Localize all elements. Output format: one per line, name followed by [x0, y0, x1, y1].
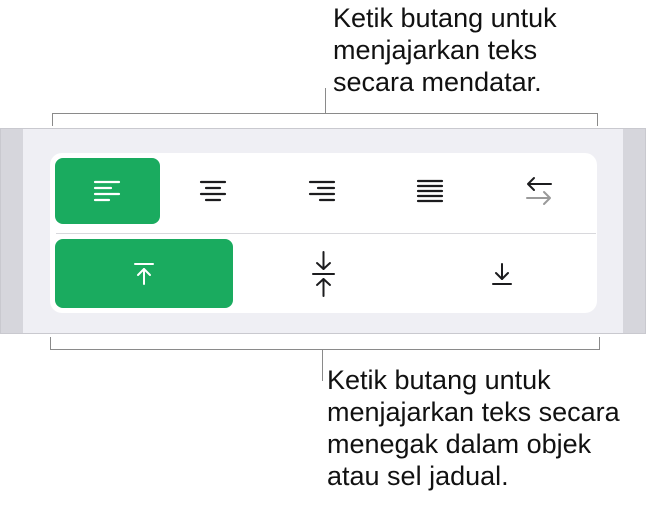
vertical-callout-leader-line	[322, 349, 323, 381]
align-center-button[interactable]	[160, 158, 265, 224]
vertical-alignment-callout: Ketik butang untuk menjajarkan teks seca…	[327, 365, 620, 491]
align-right-button[interactable]	[268, 158, 373, 224]
align-left-icon	[93, 179, 123, 203]
horizontal-alignment-bracket	[52, 113, 598, 126]
align-justify-icon	[415, 178, 445, 204]
align-center-icon	[198, 179, 228, 203]
auto-align-icon	[523, 174, 555, 208]
align-middle-icon	[311, 250, 337, 298]
row-divider	[56, 233, 596, 234]
vertical-alignment-bracket	[50, 337, 600, 350]
align-right-icon	[306, 179, 336, 203]
auto-align-button[interactable]	[486, 158, 591, 224]
horizontal-alignment-callout: Ketik butang untuk menjajarkan teks seca…	[333, 3, 557, 97]
horizontal-callout-leader-line	[325, 88, 326, 114]
panel-right-edge	[623, 129, 645, 333]
align-bottom-button[interactable]	[413, 239, 591, 308]
align-left-button[interactable]	[55, 158, 160, 224]
align-bottom-icon	[490, 261, 514, 287]
align-top-button[interactable]	[55, 239, 233, 308]
align-middle-button[interactable]	[235, 239, 413, 308]
align-justify-button[interactable]	[377, 158, 482, 224]
align-top-icon	[132, 261, 156, 287]
panel-left-edge	[1, 129, 23, 333]
